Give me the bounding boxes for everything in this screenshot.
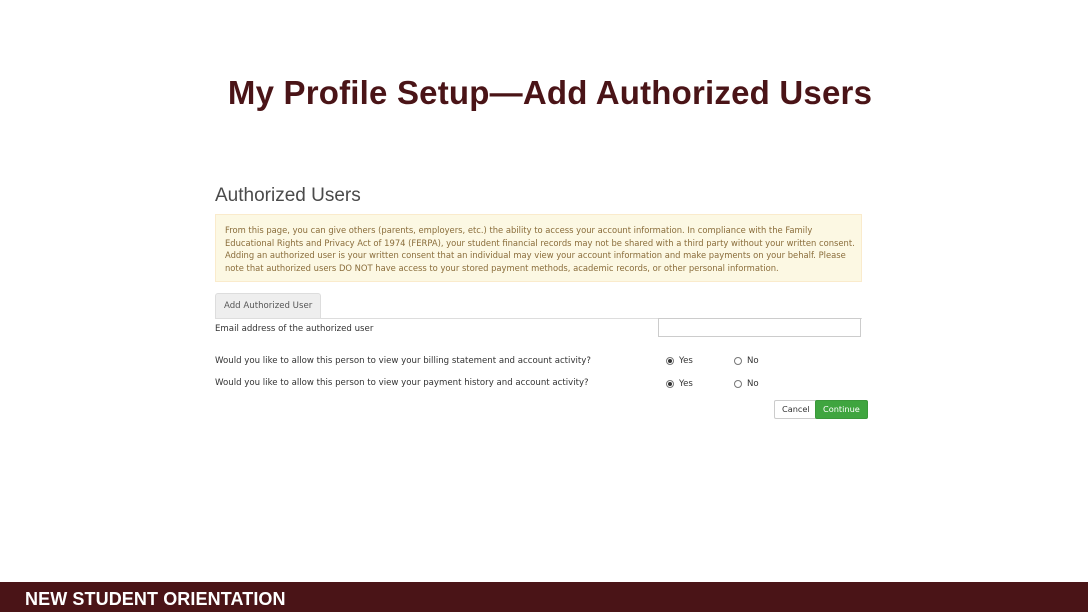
footer-bar: NEW STUDENT ORIENTATION (0, 582, 1088, 612)
billing-no-label: No (747, 356, 759, 366)
page-heading: Authorized Users (215, 185, 361, 206)
billing-yes-radio[interactable] (666, 357, 674, 365)
billing-no-radio[interactable] (734, 357, 742, 365)
payment-no-label: No (747, 379, 759, 389)
billing-yes-option[interactable]: Yes (666, 356, 693, 366)
email-input[interactable] (658, 318, 861, 337)
ferpa-notice: From this page, you can give others (par… (215, 214, 862, 282)
email-label: Email address of the authorized user (215, 324, 374, 334)
payment-yes-label: Yes (679, 379, 693, 389)
payment-yes-radio[interactable] (666, 380, 674, 388)
payment-no-option[interactable]: No (734, 379, 759, 389)
payment-no-radio[interactable] (734, 380, 742, 388)
payment-yes-option[interactable]: Yes (666, 379, 693, 389)
slide-title: My Profile Setup—Add Authorized Users (227, 74, 873, 111)
tab-bar: Add Authorized User (215, 293, 862, 319)
billing-question-label: Would you like to allow this person to v… (215, 356, 591, 366)
tab-add-authorized-user[interactable]: Add Authorized User (215, 293, 322, 318)
billing-no-option[interactable]: No (734, 356, 759, 366)
continue-button[interactable]: Continue (815, 400, 868, 419)
authorized-users-panel: Authorized Users From this page, you can… (215, 182, 868, 422)
footer-brand-text: NEW STUDENT ORIENTATION (25, 589, 286, 609)
cancel-button[interactable]: Cancel (774, 400, 818, 419)
billing-yes-label: Yes (679, 356, 693, 366)
slide: My Profile Setup—Add Authorized Users Au… (0, 0, 1088, 612)
payment-question-label: Would you like to allow this person to v… (215, 378, 589, 388)
